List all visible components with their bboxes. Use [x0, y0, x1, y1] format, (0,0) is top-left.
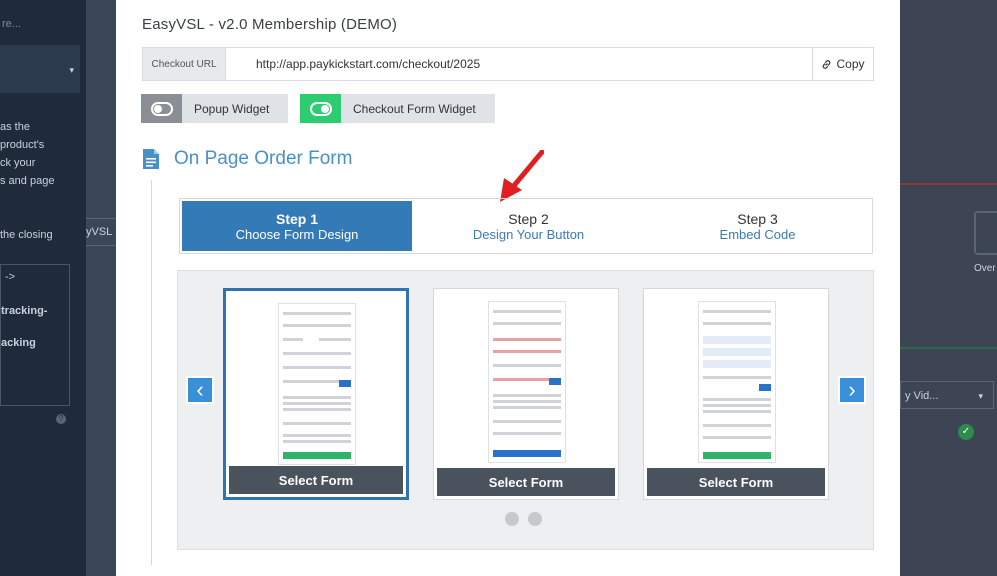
- wizard-steps: Step 1 Choose Form Design Step 2 Design …: [179, 198, 873, 254]
- checkout-form-widget-toggle[interactable]: Checkout Form Widget: [300, 94, 495, 123]
- background-sidebar: re... ▾ as the product's ck your s and p…: [0, 0, 86, 576]
- select-form-button[interactable]: Select Form: [229, 466, 403, 494]
- bg-divider: [900, 183, 997, 185]
- toggle-on-icon: [309, 101, 332, 116]
- carousel-pagination: [505, 512, 542, 526]
- bg-box: [974, 211, 997, 255]
- copy-button-label: Copy: [836, 57, 865, 71]
- bg-divider: [900, 347, 997, 349]
- order-form-modal: EasyVSL - v2.0 Membership (DEMO) Checkou…: [116, 0, 900, 576]
- popup-widget-toggle[interactable]: Popup Widget: [141, 94, 288, 123]
- carousel-prev-button[interactable]: ‹: [186, 376, 214, 404]
- bg-text: yVSL: [86, 218, 117, 246]
- bg-text: product's: [0, 139, 45, 151]
- form-design-card[interactable]: Select Form: [433, 288, 619, 500]
- background-strip: yVSL: [86, 0, 117, 576]
- modal-title: EasyVSL - v2.0 Membership (DEMO): [142, 16, 398, 33]
- checkout-url-field[interactable]: http://app.paykickstart.com/checkout/202…: [226, 48, 812, 80]
- form-preview-thumbnail: [698, 301, 776, 463]
- link-icon: [823, 59, 831, 69]
- copy-button[interactable]: Copy: [812, 48, 873, 80]
- carousel-next-button[interactable]: ›: [838, 376, 866, 404]
- step-3-tab[interactable]: Step 3 Embed Code: [643, 199, 872, 253]
- section-title: On Page Order Form: [174, 148, 353, 169]
- checkout-url-group: Checkout URL http://app.paykickstart.com…: [142, 47, 874, 81]
- form-preview-thumbnail: [278, 303, 356, 465]
- bg-panel: -> tracking- acking: [0, 264, 70, 406]
- chevron-left-icon: ‹: [196, 377, 204, 402]
- help-icon: ?: [56, 414, 66, 424]
- bg-text: the closing: [0, 229, 53, 241]
- bg-text: Over: [974, 263, 996, 274]
- form-design-card[interactable]: Select Form: [223, 288, 409, 500]
- bg-text: re...: [2, 18, 21, 30]
- bg-dropdown: ▾: [0, 45, 80, 93]
- section-header: On Page Order Form: [142, 148, 352, 170]
- chevron-down-icon: ▾: [978, 391, 983, 401]
- carousel-dot[interactable]: [528, 512, 542, 526]
- bg-text: s and page: [0, 175, 55, 187]
- toggle-switch[interactable]: [300, 94, 341, 123]
- step-1-tab[interactable]: Step 1 Choose Form Design: [182, 201, 412, 251]
- toggle-switch[interactable]: [141, 94, 182, 123]
- bg-text: ->: [5, 271, 16, 283]
- document-icon: [143, 149, 159, 169]
- checkout-form-widget-label: Checkout Form Widget: [341, 94, 495, 123]
- step-number: Step 2: [508, 210, 549, 227]
- step-number: Step 1: [275, 210, 318, 227]
- bg-text: acking: [1, 337, 36, 349]
- form-design-carousel: ‹ › Select Form Select Form Select Form: [177, 270, 874, 550]
- bg-text: y Vid...: [905, 390, 939, 402]
- step-desc: Choose Form Design: [235, 226, 359, 242]
- chevron-right-icon: ›: [848, 377, 856, 402]
- red-arrow-icon: [500, 150, 544, 202]
- carousel-dot[interactable]: [505, 512, 519, 526]
- step-desc: Embed Code: [719, 226, 796, 242]
- step-number: Step 3: [737, 210, 778, 227]
- section-divider: [151, 180, 152, 565]
- chevron-down-icon: ▾: [69, 65, 74, 75]
- select-form-button[interactable]: Select Form: [647, 468, 825, 496]
- background-right: Over y Vid... ▾ ✓: [900, 0, 997, 576]
- step-desc: Design Your Button: [472, 226, 585, 242]
- toggle-off-icon: [150, 101, 173, 116]
- form-preview-thumbnail: [488, 301, 566, 463]
- select-form-button[interactable]: Select Form: [437, 468, 615, 496]
- popup-widget-label: Popup Widget: [182, 94, 288, 123]
- step-2-tab[interactable]: Step 2 Design Your Button: [414, 199, 643, 253]
- bg-text: ck your: [0, 157, 36, 169]
- form-design-card[interactable]: Select Form: [643, 288, 829, 500]
- bg-select: y Vid... ▾: [900, 381, 994, 409]
- checkout-url-label: Checkout URL: [143, 48, 226, 80]
- bg-text: as the: [0, 121, 30, 133]
- check-icon: ✓: [958, 424, 974, 440]
- bg-text: tracking-: [1, 305, 48, 317]
